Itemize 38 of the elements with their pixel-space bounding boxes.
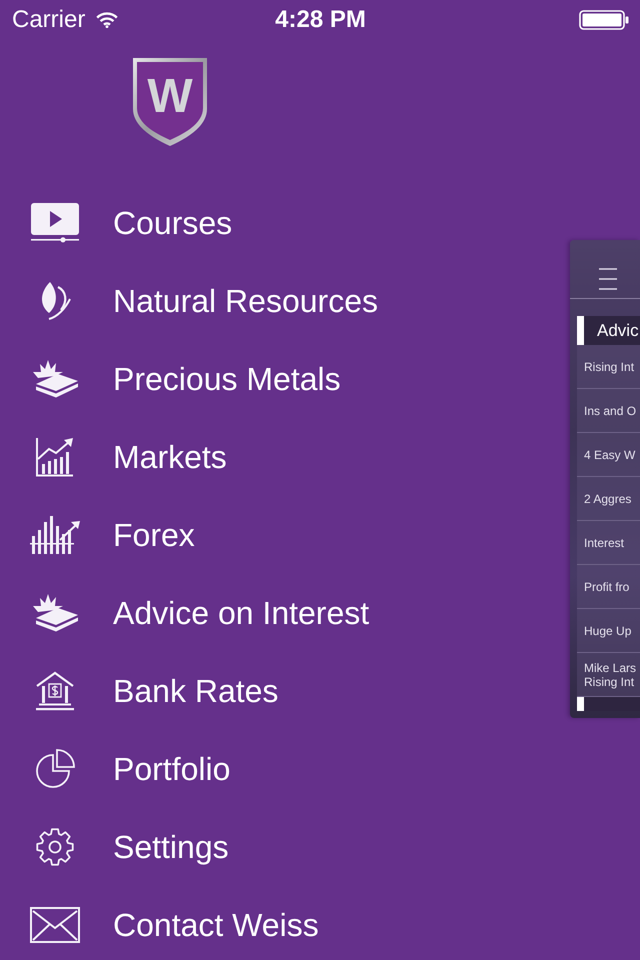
gear-icon	[35, 827, 75, 867]
menu-item[interactable]: Courses	[0, 184, 570, 262]
stacked-ingots-icon	[30, 594, 80, 632]
battery-icon	[579, 10, 629, 30]
menu-item[interactable]: Bank Rates	[0, 652, 570, 730]
carrier-name: Carrier	[12, 6, 86, 34]
video-player-icon	[31, 203, 79, 243]
wifi-icon	[96, 12, 118, 28]
menu-item[interactable]: Forex	[0, 496, 570, 574]
bank-icon	[35, 671, 75, 711]
section-marker	[577, 697, 584, 711]
rising-bars-icon	[30, 516, 80, 554]
pie-chart-icon	[35, 749, 75, 789]
section-title: Advic	[597, 320, 639, 340]
article-row[interactable]: Mike Lars Rising Int	[577, 653, 640, 697]
section-marker	[577, 316, 584, 345]
article-row[interactable]: Ins and O	[577, 389, 640, 433]
logo-letter: W	[146, 69, 194, 125]
leaf-icon	[39, 281, 71, 321]
article-row[interactable]: Rising Int	[577, 345, 640, 389]
menu-item[interactable]: Precious Metals	[0, 340, 570, 418]
article-row[interactable]: 2 Aggres	[577, 477, 640, 521]
stacked-ingots-icon	[30, 360, 80, 398]
menu-item[interactable]: Markets	[0, 418, 570, 496]
article-row[interactable]: Huge Up	[577, 609, 640, 653]
bar-chart-icon	[35, 437, 75, 477]
menu-item[interactable]: Portfolio	[0, 730, 570, 808]
menu-item[interactable]: Settings	[0, 808, 570, 886]
menu-item[interactable]: Contact Weiss	[0, 886, 570, 960]
menu-item[interactable]: Advice on Interest	[0, 574, 570, 652]
clock-time: 4:28 PM	[275, 6, 366, 34]
article-row[interactable]: Interest	[577, 521, 640, 565]
article-row[interactable]: Profit fro	[577, 565, 640, 609]
menu-item[interactable]: Natural Resources	[0, 262, 570, 340]
article-row[interactable]: 4 Easy W	[577, 433, 640, 477]
envelope-icon	[30, 907, 80, 943]
app-preview-panel[interactable]: Advic Rising Int Ins and O 4 Easy W 2 Aggres Interest Profit fro Huge Up Mike Lars Rising Int	[570, 240, 640, 718]
menu-icon[interactable]	[598, 268, 618, 290]
